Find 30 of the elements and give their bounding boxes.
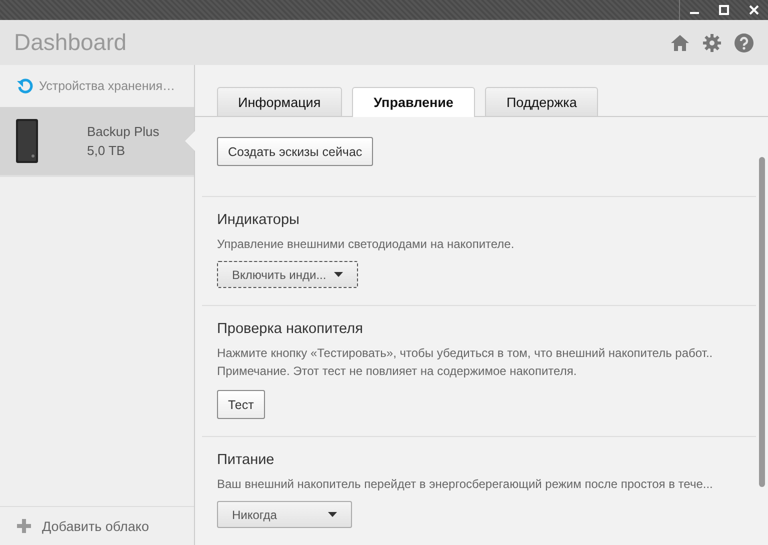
dropdown[interactable]: Включить инди... xyxy=(217,261,358,288)
action-button[interactable]: Создать эскизы сейчас xyxy=(217,137,374,166)
section-description: Управление внешними светодиодами на накопителе. xyxy=(217,236,514,253)
caret-icon xyxy=(334,272,344,277)
close-icon[interactable] xyxy=(748,4,760,16)
section-description: Ваш внешний накопитель перейдет в энергосберегающий режим после простоя в тече... xyxy=(217,476,713,493)
dropdown[interactable]: Никогда xyxy=(217,501,352,528)
device-capacity: 5,0 TB xyxy=(87,143,126,158)
drive-icon xyxy=(15,118,39,164)
window-title: Dashboard xyxy=(14,29,127,56)
home-icon[interactable] xyxy=(670,32,690,52)
plus-icon[interactable] xyxy=(16,518,32,534)
caret-icon xyxy=(328,512,337,517)
section-title: Питание xyxy=(217,452,274,468)
tab[interactable]: Информация xyxy=(217,87,342,116)
settings-icon[interactable] xyxy=(702,32,722,52)
device-item[interactable]: Backup Plus 5,0 TB xyxy=(0,107,194,177)
action-button[interactable]: Тест xyxy=(217,390,265,419)
add-cloud-link[interactable]: Добавить облако xyxy=(42,518,149,534)
refresh-icon[interactable] xyxy=(17,78,33,94)
tab[interactable]: Управление xyxy=(352,87,476,117)
tab[interactable]: Поддержка xyxy=(485,87,598,116)
section-description: Нажмите кнопку «Тестировать», чтобы убедиться в том, что внешний накопитель работ.. xyxy=(217,345,713,362)
section-description: Примечание. Этот тест не повлияет на содержимое накопителя. xyxy=(217,363,577,380)
section-title: Проверка накопителя xyxy=(217,321,363,337)
section-title: Индикаторы xyxy=(217,212,300,228)
device-name: Backup Plus xyxy=(87,124,160,139)
scrollbar-thumb[interactable] xyxy=(759,157,765,487)
help-icon[interactable] xyxy=(734,32,754,52)
maximize-icon[interactable] xyxy=(718,4,730,16)
